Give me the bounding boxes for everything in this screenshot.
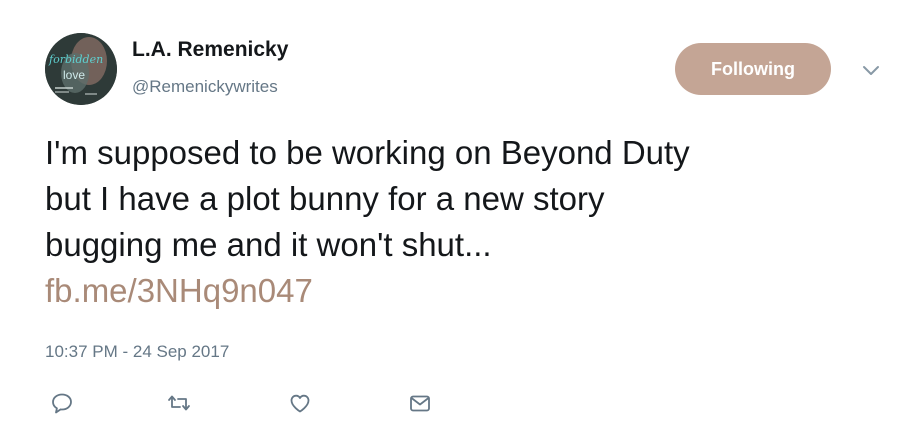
tweet-text-line: but I have a plot bunny for a new story (45, 180, 605, 217)
user-avatar[interactable]: forbidden love (45, 33, 117, 105)
user-handle[interactable]: @Remenickywrites (132, 77, 278, 97)
following-button[interactable]: Following (675, 43, 831, 95)
tweet-text-line: bugging me and it won't shut... (45, 226, 492, 263)
heart-icon (290, 394, 310, 413)
speech-bubble-icon (52, 393, 72, 414)
book-cover-avatar-icon: forbidden love (45, 33, 117, 105)
like-button[interactable] (288, 392, 312, 414)
envelope-icon (410, 395, 430, 412)
chevron-down-icon[interactable] (860, 62, 882, 78)
tweet-text-line: I'm supposed to be working on Beyond Dut… (45, 134, 690, 171)
tweet-body: I'm supposed to be working on Beyond Dut… (45, 130, 885, 314)
tweet-link[interactable]: fb.me/3NHq9n047 (45, 268, 885, 314)
tweet-card: forbidden love L.A. Remenicky @Remenicky… (0, 0, 914, 448)
user-display-name[interactable]: L.A. Remenicky (132, 38, 288, 62)
retweet-arrows-icon (168, 395, 190, 411)
tweet-timestamp[interactable]: 10:37 PM - 24 Sep 2017 (45, 342, 229, 362)
avatar-subtitle-text: love (63, 68, 85, 82)
reply-button[interactable] (50, 392, 74, 414)
avatar-title-text: forbidden (48, 53, 103, 66)
direct-message-button[interactable] (408, 392, 432, 414)
retweet-button[interactable] (167, 392, 191, 414)
